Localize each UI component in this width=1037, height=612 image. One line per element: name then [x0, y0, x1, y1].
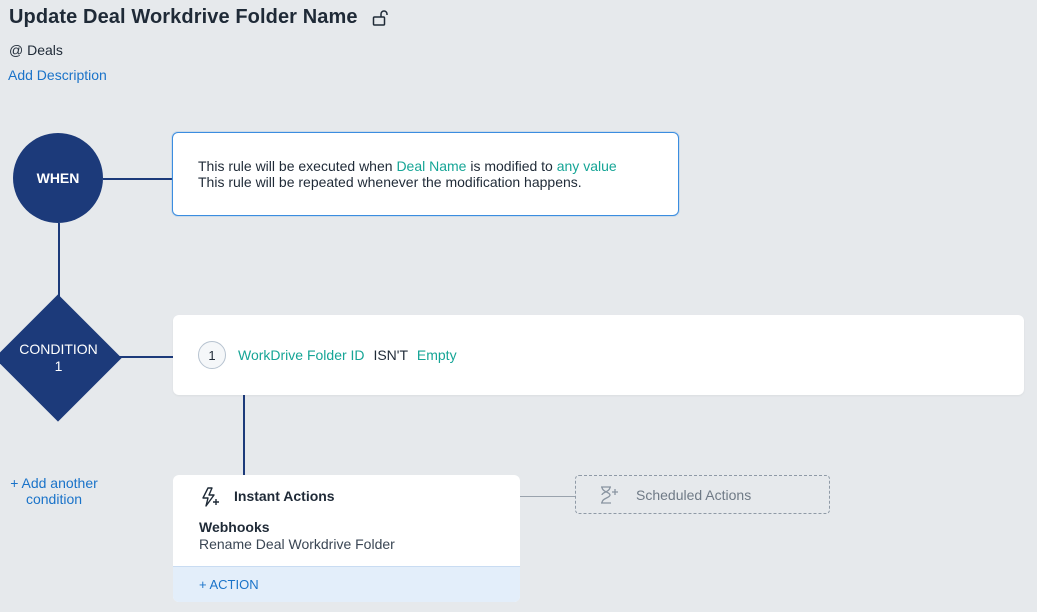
when-prefix: This rule will be executed when [198, 158, 393, 174]
when-value: any value [556, 158, 617, 174]
connector-when-condition [58, 223, 60, 303]
condition-criteria: WorkDrive Folder ID ISN'T Empty [238, 347, 462, 363]
condition-operator: ISN'T [373, 347, 408, 363]
condition-field: WorkDrive Folder ID [238, 347, 365, 363]
webhooks-label: Webhooks [199, 519, 270, 535]
unlock-icon[interactable] [372, 9, 390, 27]
add-another-condition-link[interactable]: + Add another condition [0, 475, 108, 507]
page-title: Update Deal Workdrive Folder Name [9, 6, 358, 28]
add-condition-line-2: condition [25, 491, 83, 507]
lightning-plus-icon [199, 486, 221, 508]
webhook-name[interactable]: Rename Deal Workdrive Folder [199, 536, 395, 552]
add-action-button[interactable]: + ACTION [199, 577, 259, 592]
connector-instant-scheduled [520, 496, 575, 497]
add-condition-line-1: + Add another [10, 475, 98, 491]
instant-actions-title: Instant Actions [234, 488, 335, 504]
workflow-rule-page: Update Deal Workdrive Folder Name @ Deal… [0, 0, 1037, 612]
condition-card[interactable]: 1 WorkDrive Folder ID ISN'T Empty [173, 315, 1024, 395]
instant-actions-card: Instant Actions Webhooks Rename Deal Wor… [173, 475, 520, 602]
condition-node-number: 1 [54, 358, 63, 374]
connector-condition-card [117, 356, 173, 358]
condition-value: Empty [416, 347, 457, 363]
scheduled-actions-button[interactable]: Scheduled Actions [575, 475, 830, 514]
when-node-label: WHEN [36, 170, 80, 186]
connector-condition-action [243, 395, 245, 475]
hourglass-plus-icon [598, 485, 620, 505]
when-criteria-card[interactable]: This rule will be executed when Deal Nam… [172, 132, 679, 216]
when-field: Deal Name [396, 158, 467, 174]
scheduled-actions-label: Scheduled Actions [636, 487, 752, 503]
title-row: Update Deal Workdrive Folder Name [9, 6, 390, 29]
condition-node-title: CONDITION [19, 341, 98, 357]
condition-node-label: CONDITION 1 [0, 341, 117, 375]
condition-number-badge: 1 [198, 341, 226, 369]
when-line-2: This rule will be repeated whenever the … [198, 174, 582, 190]
add-description-link[interactable]: Add Description [8, 67, 107, 83]
when-line-1: This rule will be executed when Deal Nam… [198, 158, 678, 174]
action-footer: + ACTION [173, 566, 520, 602]
connector-when-card [103, 178, 173, 180]
when-node[interactable]: WHEN [13, 133, 103, 223]
when-middle: is modified to [470, 158, 553, 174]
module-label: @ Deals [9, 42, 63, 58]
